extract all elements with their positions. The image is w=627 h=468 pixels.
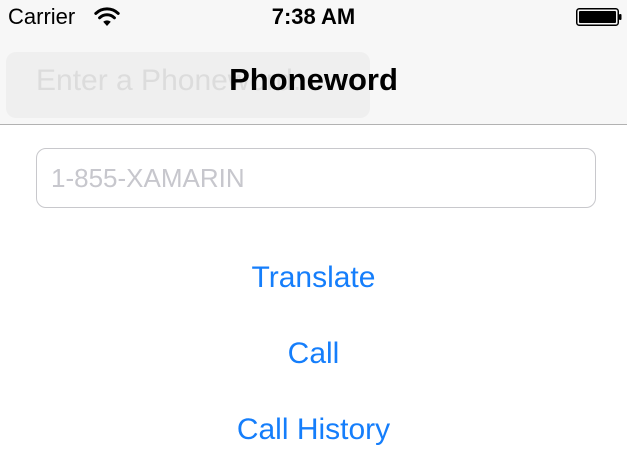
navigation-bar: Enter a Phoneword: Phoneword (0, 34, 627, 125)
status-bar: Carrier 7:38 AM (0, 0, 627, 34)
battery-icon (576, 8, 622, 26)
page-title: Phoneword (229, 62, 398, 97)
call-history-button[interactable]: Call History (0, 412, 627, 448)
call-button[interactable]: Call (0, 336, 627, 372)
phone-number-input[interactable] (36, 148, 596, 208)
status-time: 7:38 AM (271, 4, 356, 29)
translate-button[interactable]: Translate (0, 260, 627, 296)
